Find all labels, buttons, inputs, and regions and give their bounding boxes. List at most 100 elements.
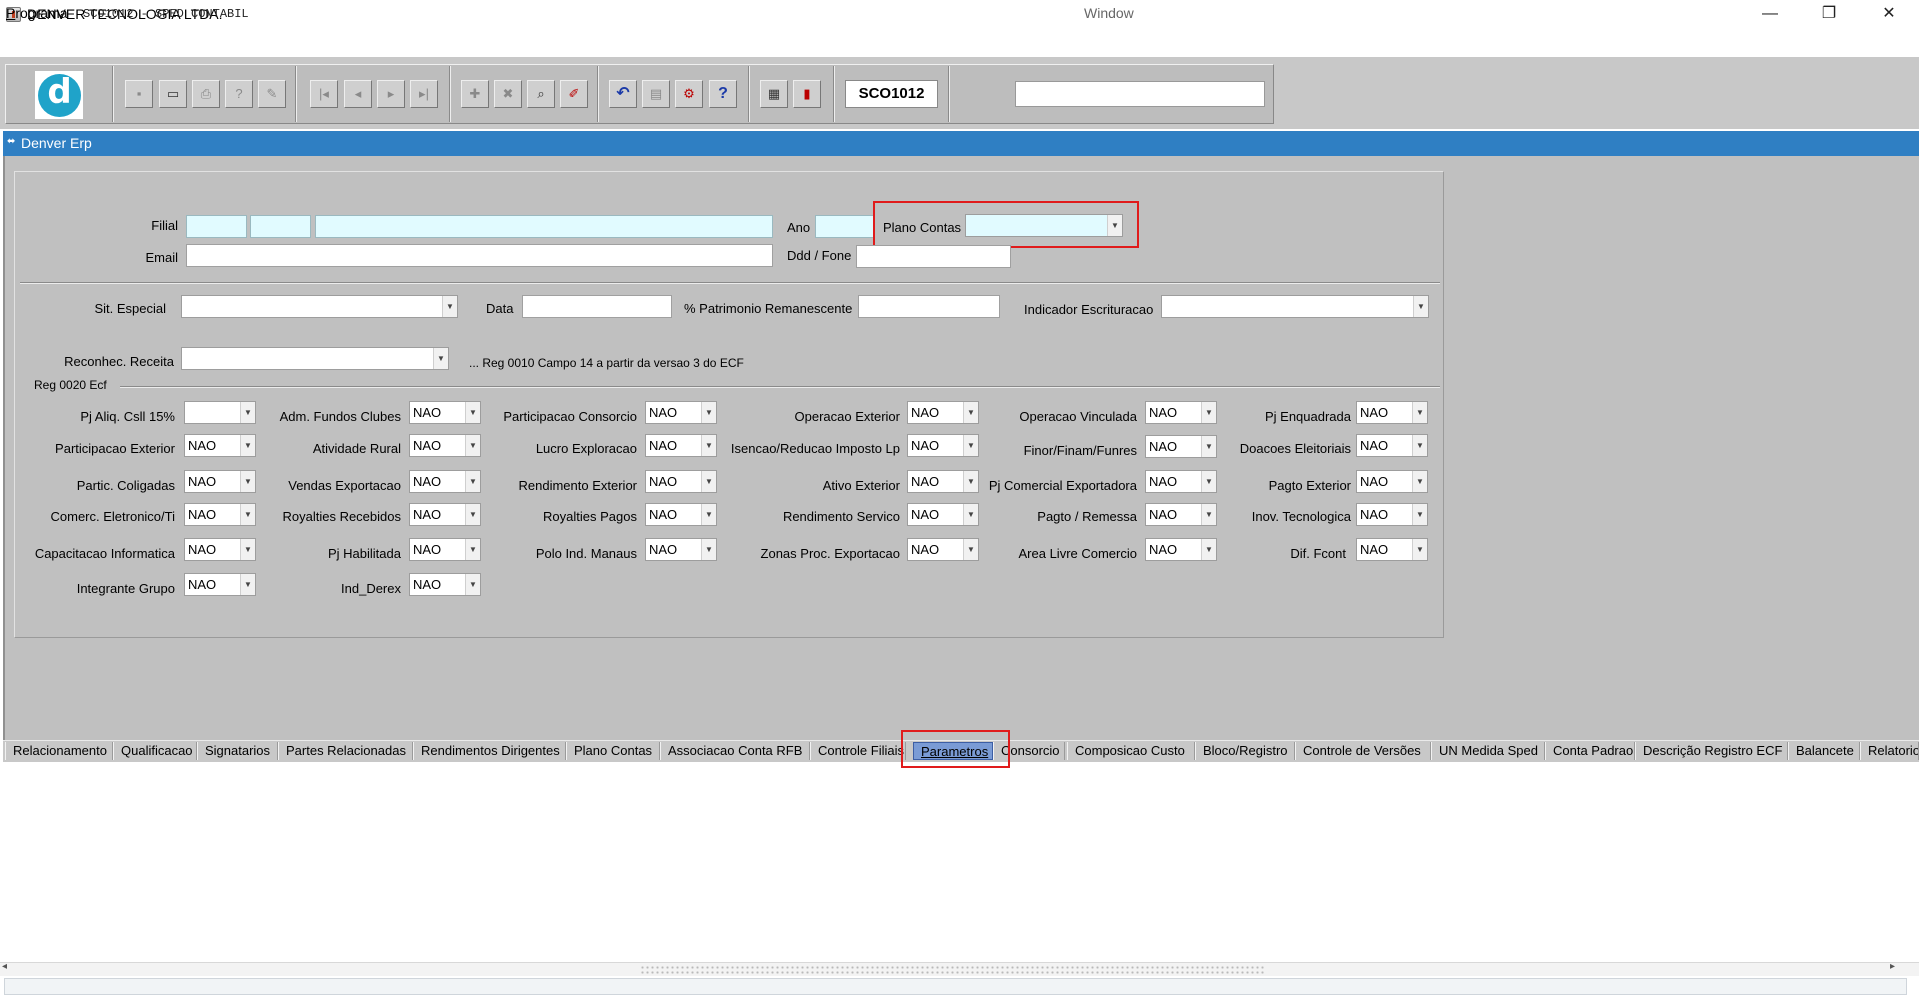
toolbar-separator [295,66,297,122]
operacao-vinculada-select[interactable]: NAO ▼ [1145,401,1217,424]
tab-un-medida-sped[interactable]: UN Medida Sped [1431,742,1545,760]
query-help-button[interactable]: ? [225,80,253,108]
tab-plano-contas[interactable]: Plano Contas [566,742,660,760]
tab-signatarios[interactable]: Signatarios [197,742,278,760]
patrimonio-field[interactable] [858,295,1000,318]
finor-finam-funres-label: Finor/Finam/Funres [1023,443,1137,458]
chevron-down-icon: ▼ [963,402,978,423]
menu-window[interactable]: Window [1084,5,1134,21]
polo-ind-manaus-select[interactable]: NAO ▼ [645,538,717,561]
tab-qualificacao[interactable]: Qualificacao [113,742,197,760]
delete-record-button[interactable]: ✖ [494,80,522,108]
window-button[interactable]: ▭ [159,80,187,108]
dif-fcont-select[interactable]: NAO ▼ [1356,538,1428,561]
restore-button[interactable]: ❐ [1800,0,1858,30]
toolbar-separator [112,66,114,122]
tab-conta-padrao[interactable]: Conta Padrao [1545,742,1635,760]
clipboard-button[interactable]: ▤ [642,80,670,108]
help-button[interactable]: ? [709,80,737,108]
toolbar-search-input[interactable] [1015,81,1265,107]
toolbar-separator [748,66,750,122]
atividade-rural-label: Atividade Rural [312,441,401,456]
minimize-button[interactable]: — [1741,0,1799,30]
integrante-grupo-label: Integrante Grupo [76,581,175,596]
search-record-icon: ⌕ [537,86,545,101]
scrollbar-thumb[interactable] [640,965,1265,974]
pagto-remessa-select[interactable]: NAO ▼ [1145,503,1217,526]
pj-aliq-csll-label: Pj Aliq. Csll 15% [80,409,175,424]
isencao-reducao-label: Isencao/Reducao Imposto Lp [730,441,900,456]
sit-especial-select[interactable]: ▼ [181,295,458,318]
ativo-exterior-select[interactable]: NAO ▼ [907,470,979,493]
data-field[interactable] [522,295,672,318]
finor-finam-funres-select[interactable]: NAO ▼ [1145,435,1217,458]
ddd-fone-field[interactable] [856,245,1011,268]
menu-programa[interactable]: Programa [6,5,67,21]
edit-button[interactable]: ✎ [258,80,286,108]
tab-relatorio[interactable]: Relatorio [1860,742,1919,760]
exit-button[interactable]: ▮ [793,80,821,108]
participacao-consorcio-select[interactable]: NAO ▼ [645,401,717,424]
previous-record-button[interactable]: ◂ [344,80,372,108]
pj-habilitada-label: Pj Habilitada [328,546,401,561]
tab-descricao-registro-ecf[interactable]: Descrição Registro ECF [1635,742,1788,760]
tab-balancete[interactable]: Balancete [1788,742,1860,760]
menu-button[interactable]: ▦ [760,80,788,108]
lucro-exploracao-select[interactable]: NAO ▼ [645,434,717,457]
lucro-exploracao-label: Lucro Exploracao [535,441,637,456]
next-record-button[interactable]: ▸ [377,80,405,108]
chevron-down-icon: ▼ [1412,539,1427,560]
zonas-proc-exportacao-select[interactable]: NAO ▼ [907,538,979,561]
data-label: Data [486,301,514,316]
filial-name-field[interactable] [315,215,773,238]
rendimento-servico-select[interactable]: NAO ▼ [907,503,979,526]
tab-controle-de-versoes[interactable]: Controle de Versões [1295,742,1431,760]
menu-bar [0,30,1919,57]
ano-field[interactable] [815,215,875,238]
indicador-escrituracao-select[interactable]: ▼ [1161,295,1429,318]
scroll-left-icon[interactable]: ◂ [2,961,7,972]
undo-button[interactable]: ↶ [609,80,637,108]
filial-subcode-field[interactable] [250,215,311,238]
area-livre-comercio-select[interactable]: NAO ▼ [1145,538,1217,561]
tab-partes-relacionadas[interactable]: Partes Relacionadas [278,742,413,760]
rendimento-exterior-select[interactable]: NAO ▼ [645,470,717,493]
pj-enquadrada-select[interactable]: NAO ▼ [1356,401,1428,424]
search-record-button[interactable]: ⌕ [527,80,555,108]
tab-composicao-custo[interactable]: Composicao Custo [1067,742,1195,760]
reconhec-receita-select[interactable]: ▼ [181,347,449,370]
last-record-button[interactable]: ▸| [410,80,438,108]
tab-bloco-registro[interactable]: Bloco/Registro [1195,742,1295,760]
ind-derex-select[interactable]: NAO ▼ [409,573,481,596]
help-icon: ? [718,85,728,102]
first-record-button[interactable]: |◂ [310,80,338,108]
clear-record-button[interactable]: ✐ [560,80,588,108]
royalties-pagos-select[interactable]: NAO ▼ [645,503,717,526]
inov-tecnologica-select[interactable]: NAO ▼ [1356,503,1428,526]
tab-relacionamento[interactable]: Relacionamento [5,742,113,760]
tools-button[interactable]: ⚙ [675,80,703,108]
email-field[interactable] [186,244,773,267]
print-button[interactable]: ⎙ [192,80,220,108]
isencao-reducao-select[interactable]: NAO ▼ [907,434,979,457]
pj-comercial-exportadora-select[interactable]: NAO ▼ [1145,470,1217,493]
program-caption: SCO1012 - SPED CONTABIL [83,7,249,21]
tab-rendimentos-dirigentes[interactable]: Rendimentos Dirigentes [413,742,566,760]
chevron-down-icon: ▼ [1201,539,1216,560]
filial-code-field[interactable] [186,215,247,238]
operacao-exterior-select[interactable]: NAO ▼ [907,401,979,424]
pagto-exterior-select[interactable]: NAO ▼ [1356,470,1428,493]
tab-associacao-conta-rfb[interactable]: Associacao Conta RFB [660,742,810,760]
insert-record-button[interactable]: ✚ [461,80,489,108]
save-button[interactable]: ▪ [125,80,153,108]
program-code-field: SCO1012 [845,80,938,108]
tab-controle-filiais[interactable]: Controle Filiais [810,742,906,760]
doacoes-eleitorais-select[interactable]: NAO ▼ [1356,434,1428,457]
ano-label: Ano [787,220,811,235]
exit-icon: ▮ [803,86,811,101]
chevron-down-icon: ▼ [1201,471,1216,492]
print-icon: ⎙ [200,86,212,101]
scroll-right-icon[interactable]: ▸ [1890,961,1895,972]
close-button[interactable]: ✕ [1860,0,1918,30]
participacao-exterior-label: Participacao Exterior [55,441,175,456]
